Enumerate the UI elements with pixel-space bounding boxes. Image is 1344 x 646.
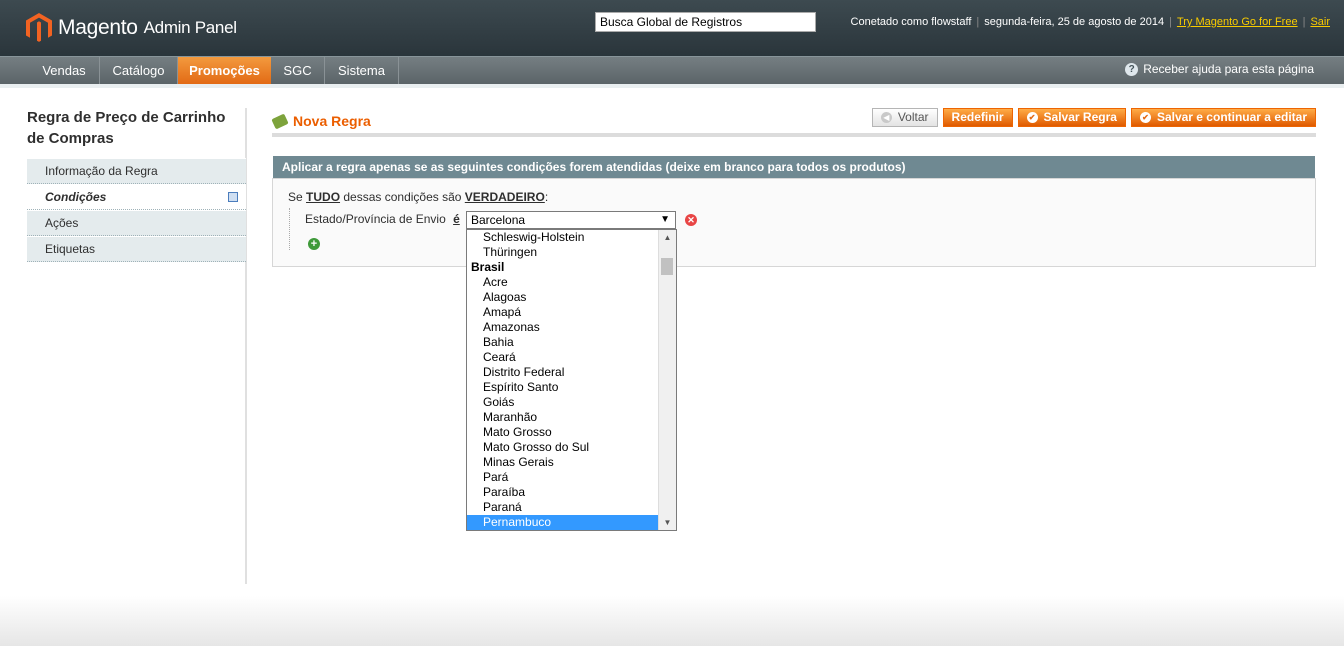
footer (0, 596, 1344, 646)
save-button[interactable]: ✔ Salvar Regra (1017, 108, 1126, 127)
tab-conditions[interactable]: Condições (27, 184, 246, 210)
region-select-value: Barcelona (471, 213, 526, 227)
cond-prefix: Se (288, 190, 303, 204)
dropdown-option[interactable]: Paraíba (467, 485, 676, 500)
help-label: Receber ajuda para esta página (1143, 62, 1314, 76)
save-continue-label: Salvar e continuar a editar (1156, 110, 1307, 124)
user-info: Conetado como flowstaff | segunda-feira, 2… (850, 16, 1330, 28)
region-dropdown-list[interactable]: Schleswig-Holstein Thüringen Brasil Acre Ala… (466, 229, 677, 531)
check-icon: ✔ (1139, 112, 1151, 123)
tab-actions[interactable]: Ações (27, 210, 246, 236)
page-title: Nova Regra (271, 113, 371, 129)
nav-promocoes[interactable]: Promoções (178, 57, 271, 84)
nav-sgc[interactable]: SGC (271, 57, 325, 84)
tab-conditions-label: Condições (45, 190, 107, 204)
dropdown-option[interactable]: Ceará (467, 350, 676, 365)
global-search-input[interactable] (595, 12, 816, 32)
reset-button[interactable]: Redefinir (942, 108, 1013, 127)
sidebar-tabs: Informação da Regra Condições Ações Etiq… (27, 158, 246, 262)
header: Magento Admin Panel Conetado como flowst… (0, 0, 1344, 56)
save-button-label: Salvar Regra (1043, 110, 1117, 124)
dropdown-option[interactable]: Alagoas (467, 290, 676, 305)
dropdown-option[interactable]: Maranhão (467, 410, 676, 425)
logged-user: Conetado como flowstaff (850, 16, 972, 28)
condition-attribute: Estado/Província de Envio (305, 212, 446, 226)
dropdown-option[interactable]: Mato Grosso do Sul (467, 440, 676, 455)
dropdown-option[interactable]: Bahia (467, 335, 676, 350)
current-date: segunda-feira, 25 de agosto de 2014 (984, 16, 1165, 28)
dropdown-option[interactable]: Mato Grosso (467, 425, 676, 440)
value-toggle[interactable]: VERDADEIRO (465, 190, 545, 204)
logout-link[interactable]: Sair (1310, 16, 1330, 28)
nav-vendas[interactable]: Vendas (29, 57, 100, 84)
dropdown-option[interactable]: Distrito Federal (467, 365, 676, 380)
dropdown-options: Schleswig-Holstein Thüringen Brasil Acre Ala… (467, 230, 676, 530)
scroll-down-icon[interactable]: ▼ (659, 515, 676, 530)
changed-icon (228, 192, 238, 202)
region-select[interactable]: Barcelona ▼ (466, 211, 676, 229)
condition-row: Estado/Província de Envio é (305, 212, 460, 226)
dropdown-option[interactable]: Amapá (467, 305, 676, 320)
sidebar-title: Regra de Preço de Carrinho de Compras (27, 109, 226, 147)
check-icon: ✔ (1026, 112, 1038, 123)
chevron-down-icon: ▼ (660, 214, 670, 225)
condition-aggregator-line: Se TUDO dessas condições são VERDADEIRO: (288, 190, 548, 204)
price-tag-icon (271, 113, 289, 129)
conditions-fieldset-title: Aplicar a regra apenas se as seguintes c… (273, 156, 1315, 178)
reset-button-label: Redefinir (951, 110, 1004, 124)
magento-logo-icon (26, 13, 52, 42)
condition-operator[interactable]: é (453, 212, 460, 226)
aggregator-toggle[interactable]: TUDO (306, 190, 340, 204)
page-title-text: Nova Regra (293, 113, 371, 129)
help-icon: ? (1125, 62, 1139, 76)
nav-divider (0, 84, 1344, 88)
main-nav: Vendas Catálogo Promoções SGC Sistema ? … (0, 56, 1344, 84)
dropdown-option[interactable]: Pará (467, 470, 676, 485)
dropdown-option[interactable]: Goiás (467, 395, 676, 410)
dropdown-scrollbar[interactable]: ▲ ▼ (658, 230, 676, 530)
back-arrow-icon: ◀ (880, 112, 892, 123)
dropdown-option[interactable]: Acre (467, 275, 676, 290)
cond-suffix: : (544, 190, 549, 204)
magento-logo[interactable]: Magento Admin Panel (26, 12, 237, 44)
logo-brand: Magento (58, 16, 138, 39)
dropdown-option[interactable]: Paraná (467, 500, 676, 515)
cond-middle: dessas condições são (343, 190, 462, 204)
tab-labels[interactable]: Etiquetas (27, 236, 246, 262)
dropdown-optgroup: Brasil (471, 260, 505, 274)
condition-tree-line (289, 208, 291, 250)
action-buttons: ◀ Voltar Redefinir ✔ Salvar Regra ✔ Salv… (871, 108, 1316, 127)
remove-condition-icon[interactable]: ✕ (685, 214, 697, 226)
logo-suffix: Admin Panel (143, 18, 237, 37)
save-continue-button[interactable]: ✔ Salvar e continuar a editar (1130, 108, 1316, 127)
scroll-up-icon[interactable]: ▲ (659, 230, 676, 245)
dropdown-option[interactable]: Thüringen (467, 245, 676, 260)
scroll-thumb[interactable] (661, 258, 673, 275)
help-link[interactable]: ? Receber ajuda para esta página (1125, 62, 1314, 76)
back-button[interactable]: ◀ Voltar (871, 108, 938, 127)
add-condition-icon[interactable]: + (308, 238, 320, 250)
tab-rule-info[interactable]: Informação da Regra (27, 158, 246, 184)
dropdown-option[interactable]: Amazonas (467, 320, 676, 335)
back-button-label: Voltar (897, 110, 929, 124)
dropdown-option[interactable]: Minas Gerais (467, 455, 676, 470)
dropdown-option[interactable]: Pernambuco (467, 515, 676, 530)
dropdown-option[interactable]: Schleswig-Holstein (467, 230, 676, 245)
nav-catalogo[interactable]: Catálogo (100, 57, 178, 84)
dropdown-option[interactable]: Espírito Santo (467, 380, 676, 395)
try-magento-link[interactable]: Try Magento Go for Free (1177, 16, 1298, 28)
nav-sistema[interactable]: Sistema (325, 57, 399, 84)
title-divider (272, 133, 1316, 137)
